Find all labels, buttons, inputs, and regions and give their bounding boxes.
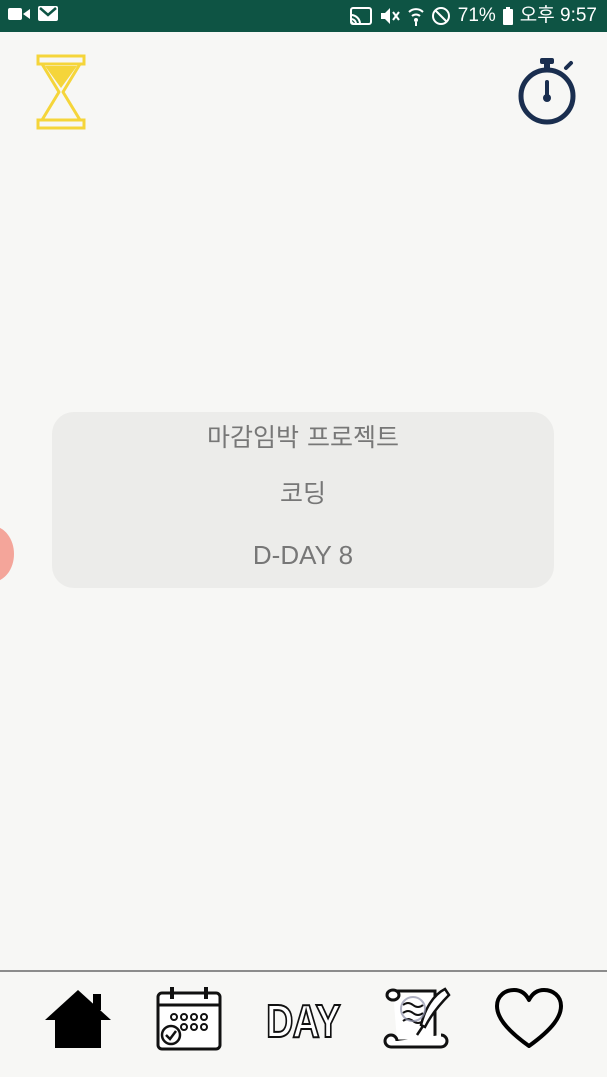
nav-home[interactable] [40, 986, 116, 1056]
battery-icon [502, 7, 513, 25]
scroll-quill-icon [383, 985, 455, 1057]
do-not-disturb-icon [431, 6, 451, 26]
heart-icon [494, 988, 564, 1054]
gmail-icon [38, 6, 58, 21]
card-title: 마감임박 프로젝트 [207, 423, 399, 452]
mute-icon [379, 6, 401, 26]
nav-calendar[interactable] [152, 986, 226, 1056]
nav-diary[interactable] [380, 986, 458, 1056]
side-handle[interactable] [0, 526, 14, 582]
stopwatch-icon[interactable] [516, 56, 578, 126]
video-icon [8, 7, 30, 21]
battery-percent: 71% [457, 5, 496, 26]
nav-favorites[interactable] [492, 986, 566, 1056]
wifi-icon [408, 6, 424, 26]
clock: 오후 9:57 [519, 5, 597, 26]
day-label: DAY [265, 994, 341, 1048]
calendar-check-icon [154, 985, 224, 1057]
home-icon [43, 988, 113, 1054]
nav-day[interactable]: DAY [260, 986, 346, 1056]
cast-icon [349, 7, 372, 25]
status-bar: 71% 오후 9:57 [0, 0, 607, 32]
card-dday: D-DAY 8 [252, 540, 354, 570]
deadline-card[interactable]: 마감임박 프로젝트 코딩 D-DAY 8 [52, 412, 554, 588]
card-project-name: 코딩 [279, 479, 326, 508]
hourglass-icon[interactable] [36, 54, 86, 130]
bottom-navigation: DAY [0, 972, 607, 1077]
